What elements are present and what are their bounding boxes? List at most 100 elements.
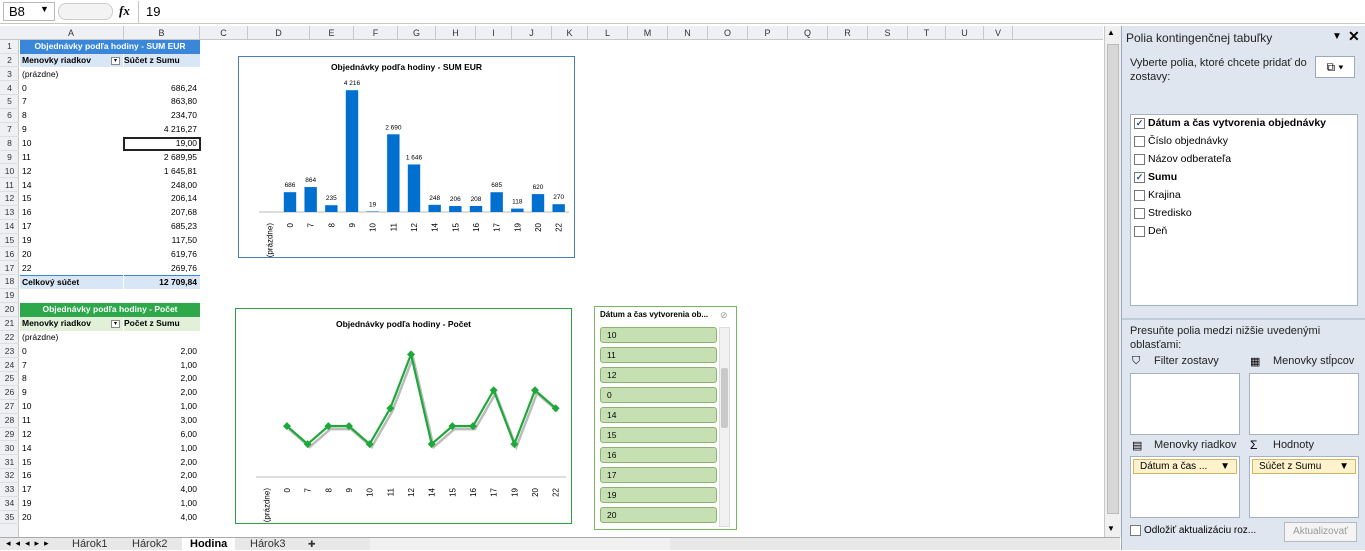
row-header[interactable]: 17 bbox=[0, 262, 19, 276]
row-header[interactable]: 2 bbox=[0, 54, 19, 68]
field-checkbox[interactable]: ✓ bbox=[1134, 117, 1145, 129]
pivot-row-value[interactable]: 1,00 bbox=[124, 442, 200, 456]
pivot-row-label[interactable]: 11 bbox=[20, 151, 123, 165]
pivot-row-label[interactable]: 0 bbox=[20, 345, 123, 359]
filter-dropdown-icon[interactable]: ▾ bbox=[111, 320, 120, 328]
pivot-row-label[interactable]: (prázdne) bbox=[20, 68, 123, 82]
row-header[interactable]: 16 bbox=[0, 248, 19, 262]
row-header[interactable]: 10 bbox=[0, 165, 19, 179]
pivot-row-value[interactable]: 1 645,81 bbox=[124, 165, 200, 179]
pivot-header-rows[interactable]: Menovky riadkov bbox=[20, 53, 123, 68]
row-header[interactable]: 31 bbox=[0, 456, 19, 470]
row-header[interactable]: 25 bbox=[0, 372, 19, 386]
column-header[interactable]: T bbox=[908, 26, 946, 40]
close-icon[interactable]: ✕ bbox=[1348, 28, 1360, 45]
column-header[interactable]: C bbox=[200, 26, 248, 40]
pivot-row-label[interactable]: 14 bbox=[20, 442, 123, 456]
pivot-row-value[interactable]: 117,50 bbox=[124, 234, 200, 248]
field-item[interactable]: Názov odberateľa bbox=[1134, 151, 1231, 167]
filter-zone[interactable] bbox=[1130, 373, 1240, 435]
pivot-row-value[interactable]: 685,23 bbox=[124, 220, 200, 234]
pivot-row-value[interactable] bbox=[124, 331, 200, 345]
column-header[interactable]: J bbox=[512, 26, 552, 40]
slicer-item[interactable]: 14 bbox=[600, 407, 717, 423]
row-header[interactable]: 35 bbox=[0, 511, 19, 525]
row-header[interactable]: 26 bbox=[0, 386, 19, 400]
column-header[interactable]: R bbox=[828, 26, 868, 40]
pivot-row-value[interactable]: 234,70 bbox=[124, 109, 200, 123]
horizontal-scrollbar[interactable] bbox=[370, 538, 670, 550]
pivot-row-label[interactable]: 0 bbox=[20, 82, 123, 96]
row-header[interactable]: 9 bbox=[0, 151, 19, 165]
column-header[interactable]: I bbox=[476, 26, 512, 40]
pivot-total-label[interactable]: Celkový súčet bbox=[20, 275, 123, 290]
field-item[interactable]: Krajina bbox=[1134, 187, 1181, 203]
field-item[interactable]: ✓ Sumu bbox=[1134, 169, 1177, 185]
column-header[interactable]: V bbox=[984, 26, 1013, 40]
pivot-row-label[interactable]: 10 bbox=[20, 137, 123, 151]
sheet-tab[interactable]: Hárok3 bbox=[242, 538, 293, 551]
row-header[interactable]: 20 bbox=[0, 303, 19, 317]
pivot-row-value[interactable]: 3,00 bbox=[124, 414, 200, 428]
slicer-item[interactable]: 19 bbox=[600, 487, 717, 503]
slicer-item[interactable]: 15 bbox=[600, 427, 717, 443]
field-item[interactable]: Číslo objednávky bbox=[1134, 133, 1228, 149]
columns-zone[interactable] bbox=[1249, 373, 1359, 435]
slicer-item[interactable]: 12 bbox=[600, 367, 717, 383]
field-checkbox[interactable] bbox=[1134, 207, 1145, 219]
column-header[interactable]: U bbox=[946, 26, 984, 40]
column-header[interactable]: N bbox=[668, 26, 708, 40]
pivot-row-label[interactable]: 22 bbox=[20, 262, 123, 276]
column-header[interactable]: D bbox=[248, 26, 310, 40]
pivot-row-value[interactable]: 2,00 bbox=[124, 386, 200, 400]
column-header[interactable]: Q bbox=[788, 26, 828, 40]
sheet-tab[interactable]: Hodina bbox=[182, 538, 236, 551]
slicer-item[interactable]: 0 bbox=[600, 387, 717, 403]
field-checkbox[interactable] bbox=[1134, 153, 1145, 165]
rows-field-button[interactable]: Dátum a čas ... ▼ bbox=[1133, 459, 1237, 474]
row-header[interactable]: 28 bbox=[0, 414, 19, 428]
pivot-table-title[interactable]: Objednávky podľa hodiny - SUM EUR bbox=[20, 40, 200, 54]
pivot-row-value[interactable]: 206,14 bbox=[124, 192, 200, 206]
pivot-row-label[interactable]: 16 bbox=[20, 206, 123, 220]
column-header[interactable]: P bbox=[748, 26, 788, 40]
column-header[interactable]: L bbox=[588, 26, 628, 40]
pivot-row-value[interactable]: 619,76 bbox=[124, 248, 200, 262]
pivot-row-value[interactable]: 686,24 bbox=[124, 82, 200, 96]
pivot-row-label[interactable]: 11 bbox=[20, 414, 123, 428]
scrollbar-thumb[interactable] bbox=[721, 368, 728, 428]
row-header[interactable]: 3 bbox=[0, 68, 19, 82]
pivot-header-values[interactable]: Počet z Sumu bbox=[124, 317, 200, 331]
pivot-table-title[interactable]: Objednávky podľa hodiny - Počet bbox=[20, 303, 200, 317]
line-chart[interactable]: Objednávky podľa hodiny - Počet (prázdne… bbox=[235, 308, 572, 524]
vertical-scrollbar[interactable]: ▲ ▼ bbox=[1104, 26, 1121, 538]
slicer-item[interactable]: 16 bbox=[600, 447, 717, 463]
pivot-row-label[interactable]: 9 bbox=[20, 386, 123, 400]
slicer-item[interactable]: 17 bbox=[600, 467, 717, 483]
column-header[interactable]: B bbox=[124, 26, 200, 40]
column-header[interactable]: M bbox=[628, 26, 668, 40]
row-header[interactable]: 15 bbox=[0, 234, 19, 248]
row-header[interactable]: 12 bbox=[0, 192, 19, 206]
pivot-row-value[interactable]: 4,00 bbox=[124, 511, 200, 525]
field-checkbox[interactable] bbox=[1134, 189, 1145, 201]
row-header[interactable]: 23 bbox=[0, 345, 19, 359]
field-checkbox[interactable] bbox=[1134, 135, 1145, 147]
scroll-down-icon[interactable]: ▼ bbox=[1107, 524, 1115, 533]
formula-bar-resize-handle[interactable] bbox=[58, 3, 113, 20]
scrollbar-thumb[interactable] bbox=[1107, 44, 1119, 514]
scroll-up-icon[interactable]: ▲ bbox=[1107, 28, 1115, 37]
slicer-item[interactable]: 10 bbox=[600, 327, 717, 343]
field-item[interactable]: Stredisko bbox=[1134, 205, 1192, 221]
defer-update-checkbox[interactable] bbox=[1130, 525, 1141, 536]
pivot-row-value[interactable]: 4 216,27 bbox=[124, 123, 200, 137]
row-header[interactable]: 19 bbox=[0, 289, 19, 303]
slicer-item[interactable]: 20 bbox=[600, 507, 717, 523]
insert-function-icon[interactable]: fx bbox=[119, 3, 130, 19]
row-header[interactable]: 13 bbox=[0, 206, 19, 220]
pivot-row-label[interactable]: 7 bbox=[20, 359, 123, 373]
bar-chart[interactable]: Objednávky podľa hodiny - SUM EUR (prázd… bbox=[238, 56, 575, 258]
pivot-row-value[interactable]: 4,00 bbox=[124, 483, 200, 497]
row-header[interactable]: 7 bbox=[0, 123, 19, 137]
pivot-total-value[interactable]: 12 709,84 bbox=[124, 275, 200, 290]
